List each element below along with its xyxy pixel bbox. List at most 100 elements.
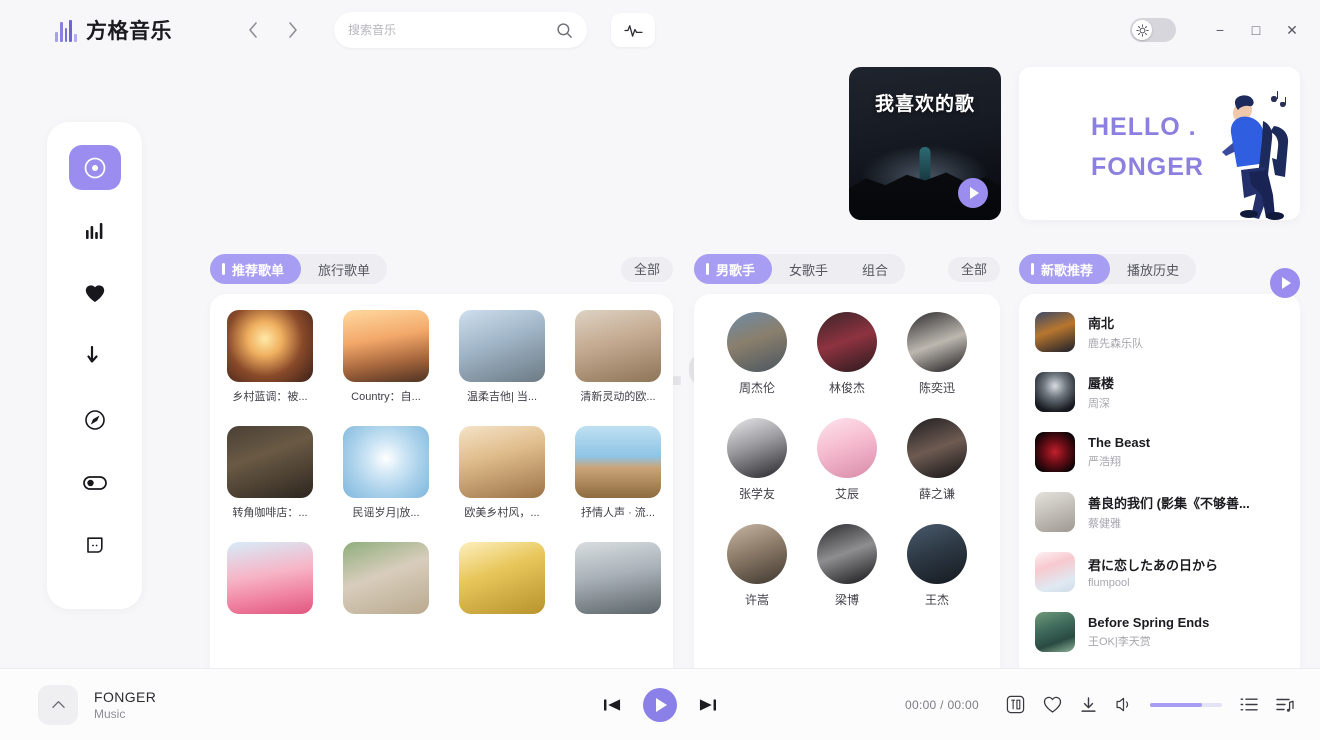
song-meta: 南北 鹿先森乐队	[1088, 313, 1284, 351]
artist-name: 张学友	[738, 487, 775, 501]
list-item[interactable]	[227, 542, 313, 620]
maximize-button[interactable]: □	[1238, 13, 1274, 47]
playlist-thumbnail	[227, 426, 313, 498]
playlist-thumbnail	[343, 542, 429, 614]
playlist-label: 转角咖啡店：...	[232, 507, 308, 519]
list-icon[interactable]	[1240, 697, 1258, 712]
list-item[interactable]: 张学友	[712, 418, 802, 502]
artists-all-button[interactable]: 全部	[947, 256, 1000, 282]
list-item[interactable]: Country：自...	[343, 310, 429, 404]
audio-wave-icon[interactable]	[611, 13, 655, 47]
list-item[interactable]	[459, 542, 545, 620]
tab-groups[interactable]: 组合	[845, 254, 905, 284]
avatar	[907, 418, 967, 478]
artist-name: 梁博	[834, 593, 859, 607]
list-item[interactable]: 蜃楼 周深	[1019, 362, 1300, 422]
sidebar-item-downloads[interactable]	[69, 334, 121, 379]
list-item[interactable]: 温柔吉他| 当...	[459, 310, 545, 404]
previous-track-icon[interactable]	[604, 698, 621, 712]
list-item[interactable]: 欧美乡村风，...	[459, 426, 545, 520]
playlists-grid: 乡村蓝调：被... Country：自... 温柔吉他| 当... 清新灵动的欧…	[227, 310, 673, 620]
list-item[interactable]: 林俊杰	[802, 312, 892, 396]
list-item[interactable]: 民谣岁月|放...	[343, 426, 429, 520]
tab-new-songs[interactable]: 新歌推荐	[1019, 254, 1111, 284]
play-icon[interactable]	[958, 178, 988, 208]
avatar	[727, 418, 787, 478]
list-item[interactable]: The Beast 严浩翔	[1019, 422, 1300, 482]
play-all-icon[interactable]	[1270, 268, 1300, 298]
search-bar[interactable]	[334, 12, 587, 48]
song-thumbnail	[1035, 372, 1075, 412]
list-item[interactable]: 艾辰	[802, 418, 892, 502]
song-thumbnail	[1035, 612, 1075, 652]
artists-tabgroup: 男歌手 女歌手 组合	[694, 254, 906, 284]
volume-icon[interactable]	[1115, 696, 1132, 713]
play-icon[interactable]	[643, 687, 677, 722]
search-icon[interactable]	[556, 22, 573, 39]
song-artist: flumpool	[1088, 577, 1130, 589]
volume-slider-fill	[1150, 702, 1202, 707]
playlist-music-icon[interactable]	[1276, 697, 1294, 713]
artist-name: 艾辰	[834, 487, 859, 501]
list-item[interactable]: 乡村蓝调：被...	[227, 310, 313, 404]
next-track-icon[interactable]	[699, 698, 716, 712]
banner-hello-fonger[interactable]: HELLO . FONGER	[1019, 67, 1300, 220]
chevron-right-icon[interactable]	[280, 17, 306, 43]
sidebar-item-messages[interactable]	[69, 523, 121, 568]
list-item[interactable]: 君に恋したあの日から flumpool	[1019, 542, 1300, 602]
tab-male-singers[interactable]: 男歌手	[694, 254, 773, 284]
total-time: 00:00	[947, 697, 979, 712]
list-item[interactable]: 周杰伦	[712, 312, 802, 396]
sidebar-item-favorites[interactable]	[69, 271, 121, 316]
song-thumbnail	[1035, 312, 1075, 352]
search-input[interactable]	[348, 23, 556, 37]
artist-name: 王杰	[924, 593, 949, 607]
playlists-all-button[interactable]: 全部	[620, 256, 673, 282]
list-item[interactable]	[575, 542, 661, 620]
song-thumbnail	[1035, 492, 1075, 532]
avatar	[727, 524, 787, 584]
tab-female-singers[interactable]: 女歌手	[772, 254, 845, 284]
list-item[interactable]: 陈奕迅	[892, 312, 982, 396]
list-item[interactable]: 南北 鹿先森乐队	[1019, 302, 1300, 362]
tab-recommended-playlists[interactable]: 推荐歌单	[210, 254, 302, 284]
player-track-subtitle: Music	[94, 706, 126, 721]
artist-name: 周杰伦	[738, 381, 775, 395]
artist-name: 薛之谦	[918, 487, 955, 501]
playlist-label: 民谣岁月|放...	[352, 507, 420, 519]
chevron-left-icon[interactable]	[240, 17, 266, 43]
playlist-thumbnail	[459, 542, 545, 614]
sidebar-item-charts[interactable]	[69, 208, 121, 253]
artists-tabrow: 男歌手 女歌手 组合 全部	[694, 254, 1000, 284]
playlist-thumbnail	[343, 310, 429, 382]
playlist-label: Country：自...	[351, 391, 421, 403]
tab-travel-playlists[interactable]: 旅行歌单	[301, 254, 387, 284]
tab-play-history[interactable]: 播放历史	[1110, 254, 1196, 284]
list-item[interactable]	[343, 542, 429, 620]
list-item[interactable]: 梁博	[802, 524, 892, 608]
list-item[interactable]: 善良的我们 (影集《不够善... 蔡健雅	[1019, 482, 1300, 542]
list-item[interactable]: 转角咖啡店：...	[227, 426, 313, 520]
close-button[interactable]: ✕	[1274, 13, 1310, 47]
list-item[interactable]: Before Spring Ends 王OK|李天赏	[1019, 602, 1300, 662]
list-item[interactable]: 清新灵动的欧...	[575, 310, 661, 404]
list-item[interactable]: 王杰	[892, 524, 982, 608]
sidebar-item-toggle-settings[interactable]	[69, 460, 121, 505]
song-meta: Before Spring Ends 王OK|李天赏	[1088, 615, 1284, 649]
theme-toggle[interactable]	[1130, 18, 1176, 42]
player-bar: FONGER Music 00:00 / 00:00	[0, 668, 1320, 740]
download-icon[interactable]	[1080, 696, 1097, 714]
volume-slider[interactable]	[1150, 702, 1222, 707]
list-item[interactable]: 抒情人声 · 流...	[575, 426, 661, 520]
sidebar-item-discover[interactable]	[68, 145, 121, 190]
banner-favorite-songs[interactable]: 我喜欢的歌	[849, 67, 1001, 220]
list-item[interactable]: 许嵩	[712, 524, 802, 608]
heart-outline-icon[interactable]	[1043, 696, 1062, 714]
sidebar-item-radio[interactable]	[69, 397, 121, 442]
chevron-up-icon[interactable]	[38, 684, 78, 725]
list-item[interactable]: 薛之谦	[892, 418, 982, 502]
artists-panel: 男歌手 女歌手 组合 全部 周杰伦 林俊杰 陈奕迅 张学友 艾辰 薛之谦 许嵩 …	[694, 254, 1000, 686]
minimize-button[interactable]: −	[1202, 13, 1238, 47]
newsongs-tabrow: 新歌推荐 播放历史	[1019, 254, 1300, 298]
lyrics-icon[interactable]	[1006, 695, 1025, 714]
